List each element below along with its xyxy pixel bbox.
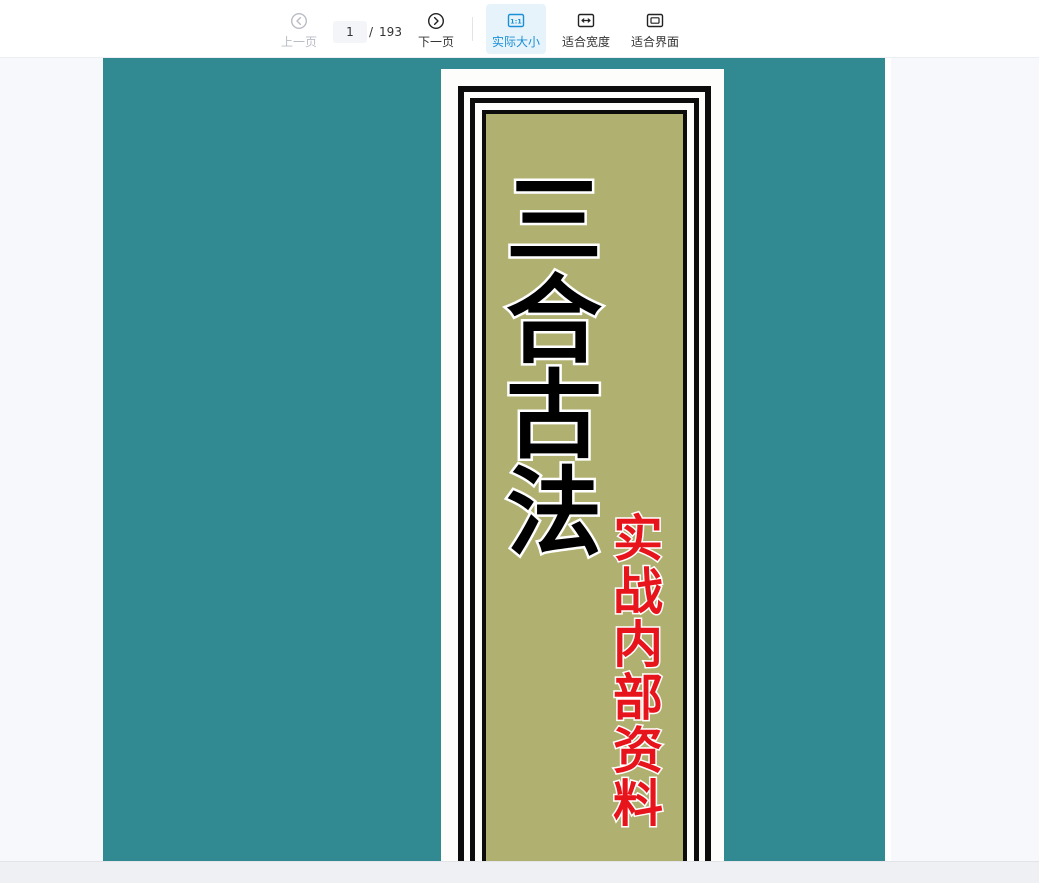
document-page: 三 合 古 法 实 战 内 部 资 料: [103, 58, 885, 861]
chevron-right-circle-icon: [427, 12, 445, 30]
fit-width-icon: [577, 13, 595, 28]
fit-width-label: 适合宽度: [561, 35, 610, 49]
fit-screen-icon: [646, 13, 664, 28]
subtitle-char: 内: [613, 616, 663, 674]
fit-screen-button[interactable]: 适合界面: [626, 4, 684, 54]
page-edge: [885, 58, 891, 861]
prev-page-button[interactable]: 上一页: [278, 4, 320, 54]
actual-size-label: 实际大小: [491, 35, 540, 49]
fit-screen-label: 适合界面: [630, 35, 679, 49]
toolbar: 上一页 / 193 下一页 1:1 实际大小 适合宽度 适合界面: [0, 0, 1039, 58]
title-char: 古: [506, 360, 602, 472]
next-page-label: 下一页: [417, 35, 454, 49]
subtitle-char: 部: [613, 669, 663, 727]
horizontal-scrollbar[interactable]: [0, 861, 1039, 883]
page-separator: /: [369, 25, 374, 39]
page-number-input[interactable]: [333, 21, 367, 43]
fit-width-button[interactable]: 适合宽度: [556, 4, 616, 54]
next-page-button[interactable]: 下一页: [414, 4, 458, 54]
actual-size-button[interactable]: 1:1 实际大小: [486, 4, 546, 54]
actual-size-icon-text: 1:1: [510, 18, 522, 26]
subtitle-char: 资: [613, 722, 663, 780]
toolbar-divider: [472, 17, 473, 41]
total-pages: 193: [379, 25, 402, 39]
actual-size-icon: 1:1: [507, 13, 525, 28]
chevron-left-circle-icon: [290, 12, 308, 30]
book-cover: 三 合 古 法 实 战 内 部 资 料: [441, 69, 724, 861]
title-char: 法: [506, 457, 602, 569]
document-viewer[interactable]: 三 合 古 法 实 战 内 部 资 料: [0, 58, 1039, 861]
subtitle-char: 实: [613, 510, 663, 568]
prev-page-label: 上一页: [280, 35, 317, 49]
page-indicator: / 193: [333, 21, 402, 43]
subtitle-char: 料: [613, 775, 663, 833]
subtitle-char: 战: [613, 563, 663, 621]
cover-text-layer: 三 合 古 法 实 战 内 部 资 料: [504, 163, 665, 835]
title-char: 三: [506, 165, 602, 277]
